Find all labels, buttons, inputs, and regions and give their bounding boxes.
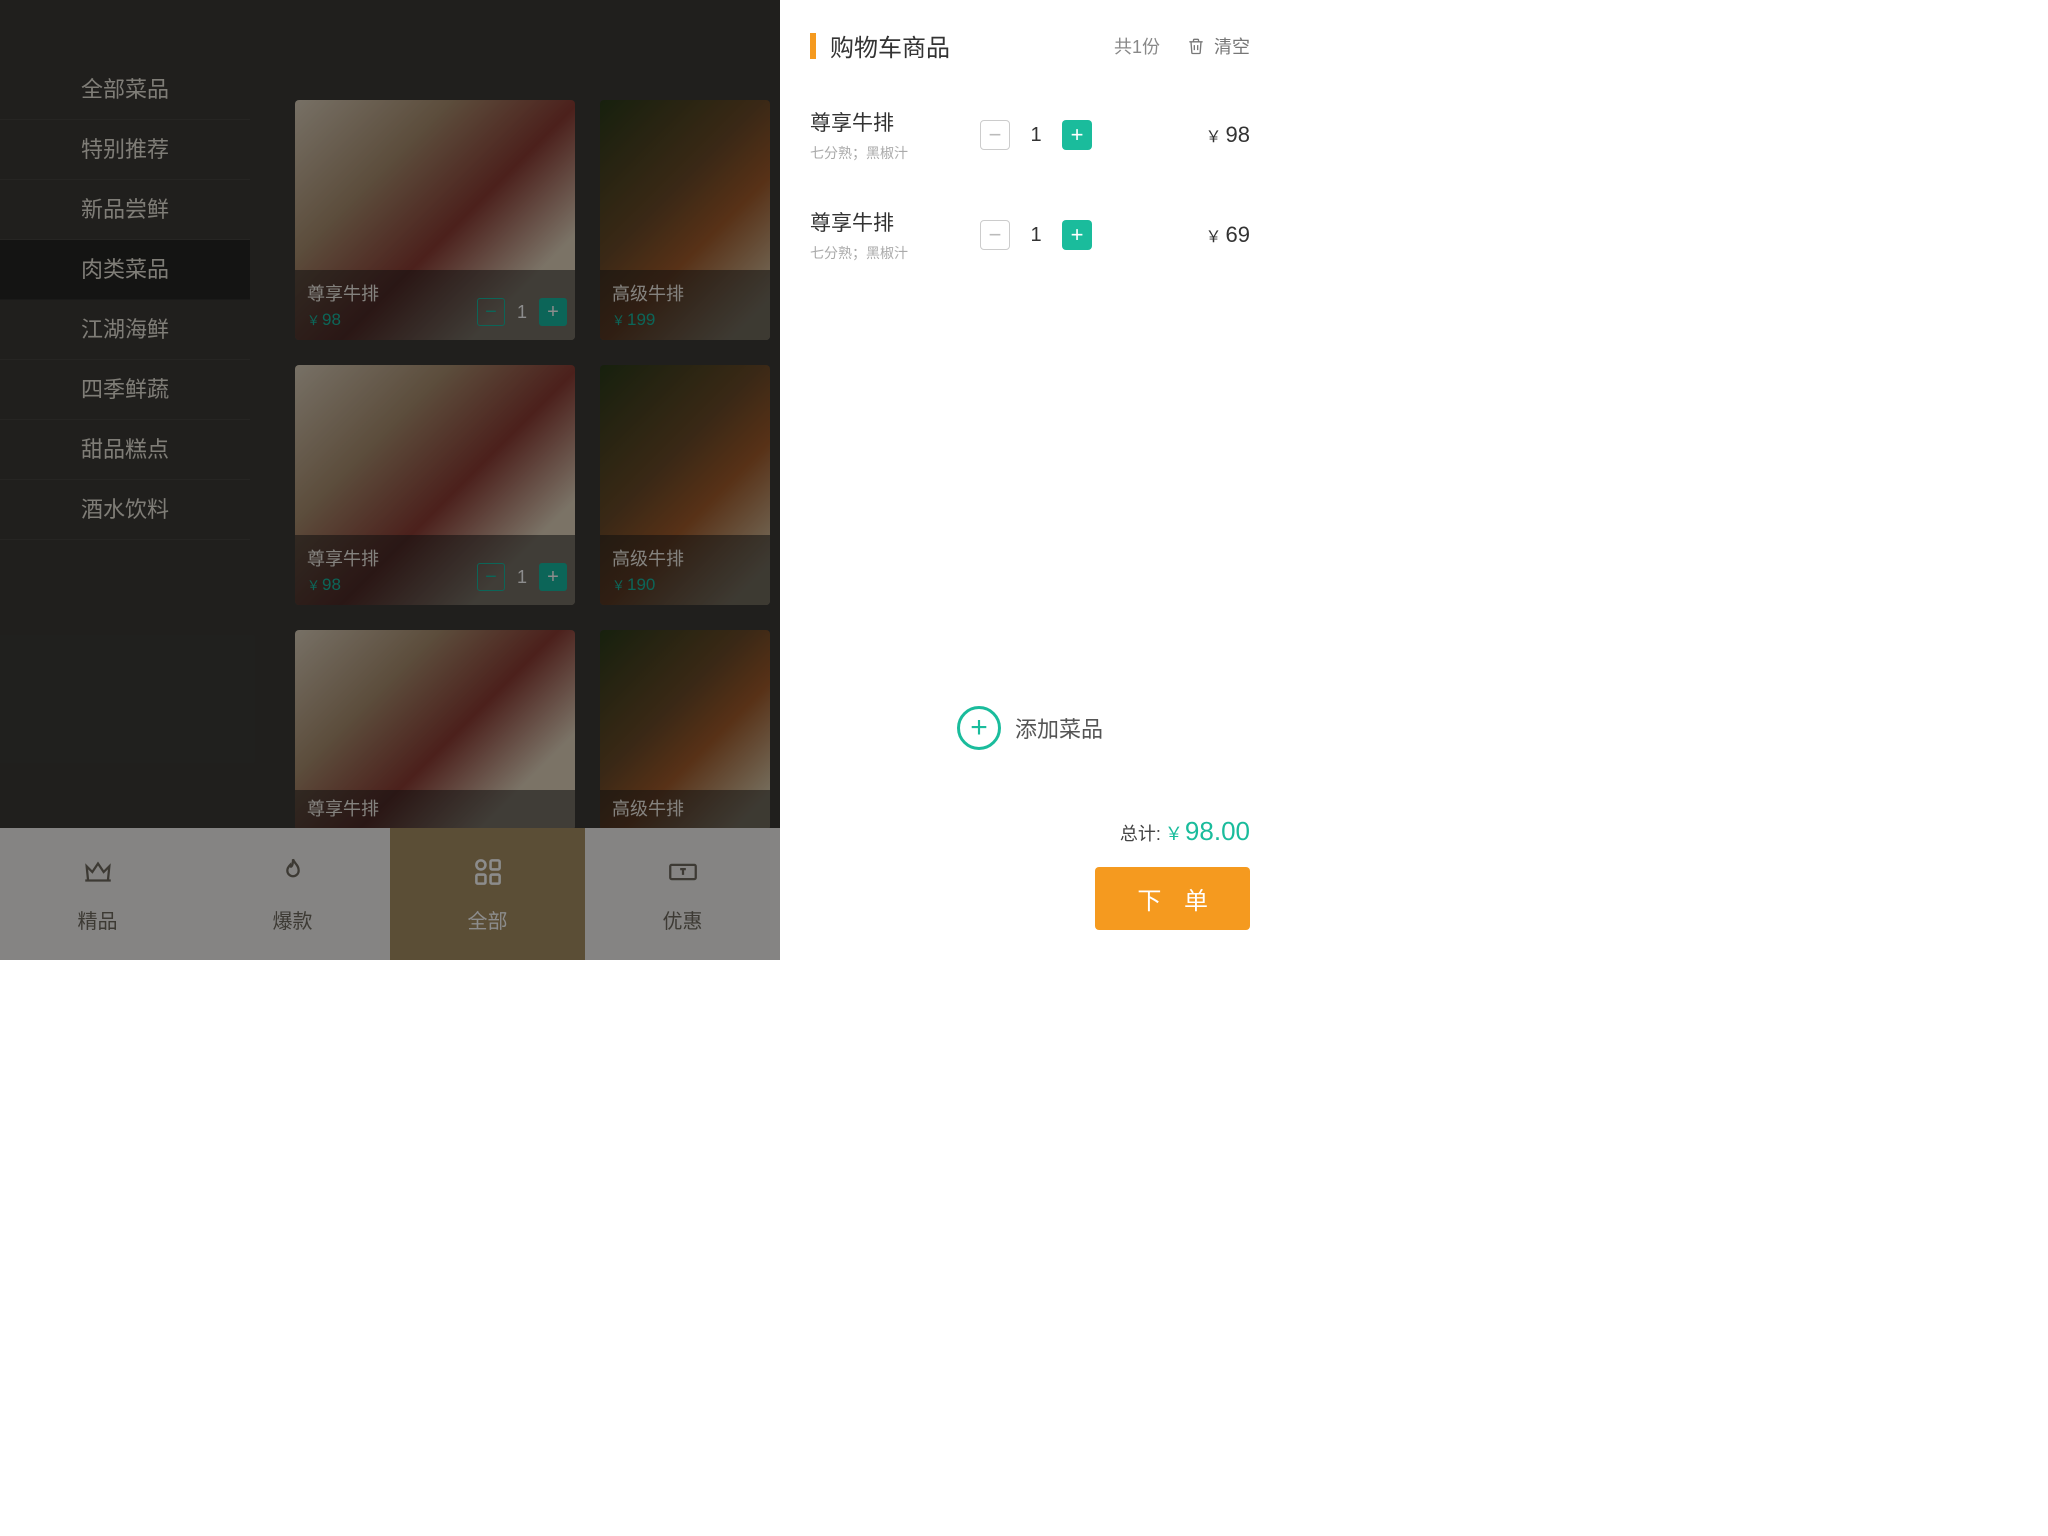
dish-card[interactable]: 尊享牛排 ￥98 − 1 + [295,365,575,605]
total-value: ￥98.00 [1165,816,1250,847]
clear-label: 清空 [1214,33,1250,59]
ticket-icon [666,855,700,895]
plus-button[interactable]: + [539,563,567,591]
dish-price: ￥190 [612,575,758,595]
dish-info: 尊享牛排 ￥98 − 1 + [295,535,575,605]
dish-name: 高级牛排 [612,280,758,306]
total-line: 总计: ￥98.00 [1120,816,1250,847]
dish-grid: 尊享牛排 ￥98 − 1 + 高级牛排 ￥199 [295,100,895,830]
qty-value: 1 [517,567,527,588]
qty-value: 1 [1026,224,1046,247]
cart-title: 购物车商品 [830,28,1114,63]
cart-count: 共1份 [1114,33,1160,59]
sidebar-item[interactable]: 特别推荐 [0,120,250,180]
minus-button[interactable]: − [477,563,505,591]
plus-button[interactable]: + [539,298,567,326]
sidebar-item[interactable]: 新品尝鲜 [0,180,250,240]
clear-cart-button[interactable]: 清空 [1186,33,1250,59]
minus-button[interactable]: − [980,120,1010,150]
category-sidebar: 全部菜品 特别推荐 新品尝鲜 肉类菜品 江湖海鲜 四季鲜蔬 甜品糕点 酒水饮料 [0,60,250,540]
tab-label: 精品 [78,905,118,934]
tab-label: 优惠 [663,905,703,934]
dish-name: 尊享牛排 [307,795,563,821]
plus-circle-icon: + [957,706,1001,750]
tab-label: 爆款 [273,905,313,934]
minus-button[interactable]: − [980,220,1010,250]
plus-button[interactable]: + [1062,120,1092,150]
dish-card[interactable]: 高级牛排 [600,630,770,830]
dish-card[interactable]: 尊享牛排 [295,630,575,830]
fire-icon [276,855,310,895]
crown-icon [81,855,115,895]
dish-info: 高级牛排 [600,790,770,830]
accent-bar [810,33,816,59]
sidebar-item[interactable]: 酒水饮料 [0,480,250,540]
sidebar-item[interactable]: 江湖海鲜 [0,300,250,360]
minus-button[interactable]: − [477,298,505,326]
dish-info: 高级牛排 ￥199 [600,270,770,340]
cart-footer: 总计: ￥98.00 下 单 [1095,816,1250,930]
dish-card[interactable]: 高级牛排 ￥190 [600,365,770,605]
trash-icon [1186,35,1206,57]
sidebar-item[interactable]: 全部菜品 [0,60,250,120]
tab-all[interactable]: 全部 [390,828,585,960]
tab-hot[interactable]: 爆款 [195,828,390,960]
tab-premium[interactable]: 精品 [0,828,195,960]
tab-discount[interactable]: 优惠 [585,828,780,960]
qty-value: 1 [1026,124,1046,147]
app-root: 全部菜品 特别推荐 新品尝鲜 肉类菜品 江湖海鲜 四季鲜蔬 甜品糕点 酒水饮料 … [0,0,1280,960]
sidebar-item[interactable]: 四季鲜蔬 [0,360,250,420]
cart-header: 购物车商品 共1份 清空 [780,0,1280,85]
bottom-tabs: 精品 爆款 全部 优惠 [0,828,780,960]
qty-value: 1 [517,302,527,323]
place-order-button[interactable]: 下 单 [1095,867,1250,930]
grid-icon [471,855,505,895]
dish-info: 高级牛排 ￥190 [600,535,770,605]
qty-control: − 1 + [477,298,567,326]
cart-item-price: ￥98 [1206,122,1251,148]
add-dish-label: 添加菜品 [1015,712,1103,744]
total-label: 总计: [1120,820,1161,846]
sidebar-item-active[interactable]: 肉类菜品 [0,240,250,300]
menu-area: 全部菜品 特别推荐 新品尝鲜 肉类菜品 江湖海鲜 四季鲜蔬 甜品糕点 酒水饮料 … [0,0,780,960]
cart-qty-control: − 1 + [980,120,1092,150]
dish-card[interactable]: 高级牛排 ￥199 [600,100,770,340]
dish-info: 尊享牛排 [295,790,575,830]
dish-name: 高级牛排 [612,795,758,821]
sidebar-item[interactable]: 甜品糕点 [0,420,250,480]
dish-card[interactable]: 尊享牛排 ￥98 − 1 + [295,100,575,340]
cart-qty-control: − 1 + [980,220,1092,250]
qty-control: − 1 + [477,563,567,591]
dish-price: ￥199 [612,310,758,330]
dish-info: 尊享牛排 ￥98 − 1 + [295,270,575,340]
plus-button[interactable]: + [1062,220,1092,250]
dish-name: 高级牛排 [612,545,758,571]
tab-label: 全部 [468,905,508,934]
cart-item-price: ￥69 [1206,222,1251,248]
